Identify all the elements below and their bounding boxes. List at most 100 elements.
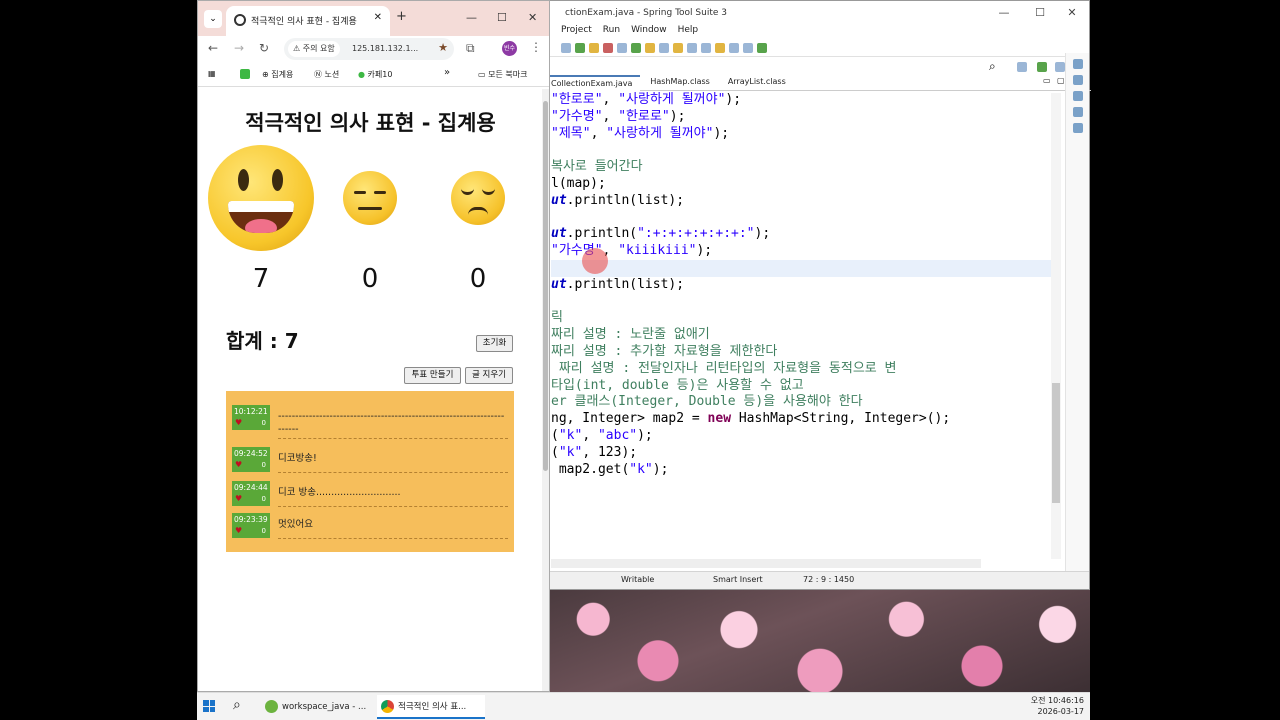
close-button[interactable]: ✕ xyxy=(1055,1,1089,25)
page-scroll-thumb[interactable] xyxy=(543,101,548,471)
security-warning-chip[interactable]: ⚠ 주의 요함 xyxy=(288,41,340,57)
taskbar-item-chrome[interactable]: 적극적인 의사 표... xyxy=(377,695,485,719)
code-line[interactable]: "가수명", "한로로"); xyxy=(551,109,1051,126)
code-line[interactable]: ("k", "abc"); xyxy=(551,428,1051,445)
toolbar-new-icon[interactable] xyxy=(617,42,627,53)
perspective-spring-icon[interactable] xyxy=(1055,62,1065,72)
bookmark-green-icon[interactable] xyxy=(240,69,250,79)
code-line[interactable]: "가수명", "kiiikiii"); xyxy=(551,243,1051,260)
new-tab-button[interactable]: + xyxy=(396,9,407,24)
code-line[interactable]: "한로로", "사랑하게 될꺼야"); xyxy=(551,92,1051,109)
code-line[interactable]: l(map); xyxy=(551,176,1051,193)
code-line[interactable] xyxy=(551,259,1051,277)
toolbar-prev-annotation-icon[interactable] xyxy=(701,42,711,53)
reset-button[interactable]: 초기화 xyxy=(476,335,513,352)
toolbar-open-type-icon[interactable] xyxy=(673,42,683,53)
editor-scroll-thumb[interactable] xyxy=(1052,383,1060,503)
all-bookmarks[interactable]: ▭ 모든 북마크 xyxy=(478,69,527,80)
code-line[interactable]: ("k", 123); xyxy=(551,445,1051,462)
spring-explorer-icon[interactable] xyxy=(1072,91,1083,101)
toolbar-perspective-icon[interactable] xyxy=(757,42,767,53)
task-list-icon[interactable] xyxy=(1072,75,1083,85)
toolbar-back-icon[interactable] xyxy=(729,42,739,53)
bookmark-star-icon[interactable]: ★ xyxy=(438,41,448,54)
unamused-face-emoji-icon[interactable] xyxy=(451,171,505,225)
toolbar-folder-icon[interactable] xyxy=(645,42,655,53)
apps-grid-icon[interactable]: ▦ xyxy=(208,69,216,78)
maximize-editor-icon[interactable]: ▢ xyxy=(1057,76,1065,85)
code-line[interactable]: 복사로 들어간다 xyxy=(551,159,1051,176)
quick-access-search-icon[interactable]: ⌕ xyxy=(989,59,996,74)
tab-close-icon[interactable]: ✕ xyxy=(374,12,382,23)
heart-icon[interactable]: ♥ xyxy=(235,526,242,535)
problems-view-icon[interactable] xyxy=(1072,107,1083,117)
page-scrollbar[interactable] xyxy=(542,89,549,691)
tab-hashmap-class[interactable]: HashMap.class xyxy=(640,75,717,91)
toolbar-server-icon[interactable] xyxy=(631,42,641,53)
menu-project[interactable]: Project xyxy=(561,25,592,39)
outline-view-icon[interactable] xyxy=(1072,59,1083,69)
toolbar-run-icon[interactable] xyxy=(575,42,585,53)
toolbar-stop-icon[interactable] xyxy=(603,42,613,53)
heart-icon[interactable]: ♥ xyxy=(235,418,242,427)
address-bar[interactable]: ⚠ 주의 요함 125.181.132.1... ★ xyxy=(284,38,454,60)
neutral-face-emoji-icon[interactable] xyxy=(343,171,397,225)
code-line[interactable]: ut.println(":+:+:+:+:+:+:"); xyxy=(551,226,1051,243)
toolbar-last-edit-icon[interactable] xyxy=(715,42,725,53)
code-line[interactable]: map2.get("k"); xyxy=(551,462,1051,479)
chrome-minimize-button[interactable]: — xyxy=(466,11,477,24)
minimize-button[interactable]: — xyxy=(987,1,1021,25)
search-icon[interactable]: ⌕ xyxy=(233,697,241,713)
bookmark-jipgyeyong[interactable]: ⊕ 집계용 xyxy=(262,69,293,80)
code-line[interactable] xyxy=(551,210,1051,227)
code-line[interactable]: ng, Integer> map2 = new HashMap<String, … xyxy=(551,411,1051,428)
perspective-open-icon[interactable] xyxy=(1017,62,1027,72)
maximize-button[interactable]: ☐ xyxy=(1023,1,1057,25)
code-line[interactable]: "제목", "사랑하게 될꺼야"); xyxy=(551,126,1051,143)
console-view-icon[interactable] xyxy=(1072,123,1083,133)
code-line[interactable] xyxy=(551,142,1051,159)
toolbar-next-annotation-icon[interactable] xyxy=(687,42,697,53)
tab-search-chevron-icon[interactable]: ⌄ xyxy=(204,10,222,28)
forward-arrow-icon[interactable]: → xyxy=(234,41,244,55)
code-line[interactable]: 짜리 설명 : 전달인자나 리턴타입의 자료형을 동적으로 변 xyxy=(551,361,1051,378)
code-line[interactable]: 짜리 설명 : 추가할 자료형을 제한한다 xyxy=(551,344,1051,361)
url-text[interactable]: 125.181.132.1... xyxy=(352,38,418,60)
reload-icon[interactable]: ↻ xyxy=(259,41,269,55)
browser-tab[interactable]: 적극적인 의사 표현 - 집계용 ✕ xyxy=(226,6,390,36)
bookmark-cafe10[interactable]: ● 카페10 xyxy=(358,69,392,80)
perspective-java-icon[interactable] xyxy=(1037,62,1047,72)
chrome-close-button[interactable]: ✕ xyxy=(528,11,537,24)
toolbar-build-icon[interactable] xyxy=(589,42,599,53)
heart-icon[interactable]: ♥ xyxy=(235,494,242,503)
bookmarks-overflow-icon[interactable]: » xyxy=(444,67,450,78)
taskbar-item-eclipse[interactable]: workspace_java - ... xyxy=(265,695,369,719)
toolbar-forward-icon[interactable] xyxy=(743,42,753,53)
system-clock[interactable]: 오전 10:46:16 2026-03-17 xyxy=(1031,695,1084,717)
chrome-menu-icon[interactable]: ⋮ xyxy=(530,40,542,54)
back-arrow-icon[interactable]: ← xyxy=(208,41,218,55)
bookmark-notion[interactable]: Ⓝ 노션 xyxy=(314,69,339,80)
heart-icon[interactable]: ♥ xyxy=(235,460,242,469)
code-line[interactable]: 타입(int, double 등)은 사용할 수 없고 xyxy=(551,378,1051,395)
menu-run[interactable]: Run xyxy=(603,25,620,39)
toolbar-debug-icon[interactable] xyxy=(561,42,571,53)
editor-vertical-scrollbar[interactable] xyxy=(1051,93,1061,559)
code-line[interactable] xyxy=(551,294,1051,311)
code-line[interactable]: er 클래스(Integer, Double 등)을 사용해야 한다 xyxy=(551,394,1051,411)
chrome-maximize-button[interactable]: ☐ xyxy=(497,11,507,24)
code-line[interactable]: ut.println(list); xyxy=(551,277,1051,294)
windows-start-icon[interactable] xyxy=(203,700,215,712)
editor-horizontal-scrollbar[interactable] xyxy=(551,559,981,568)
code-line[interactable]: ut.println(list); xyxy=(551,193,1051,210)
big-smile-emoji-icon[interactable] xyxy=(208,145,314,251)
extensions-puzzle-icon[interactable]: ⧉ xyxy=(466,41,475,56)
minimize-editor-icon[interactable]: ▭ xyxy=(1043,76,1051,85)
code-line[interactable]: 릭 xyxy=(551,310,1051,327)
tab-arraylist-class[interactable]: ArrayList.class xyxy=(718,75,794,91)
menu-window[interactable]: Window xyxy=(631,25,667,39)
code-editor[interactable]: "한로로", "사랑하게 될꺼야"); "가수명", "한로로"); "제목", "… xyxy=(551,92,1051,559)
profile-avatar[interactable]: 빈수 xyxy=(502,41,517,56)
toolbar-search-icon[interactable] xyxy=(659,42,669,53)
code-line[interactable]: 짜리 설명 : 노란줄 없애기 xyxy=(551,327,1051,344)
